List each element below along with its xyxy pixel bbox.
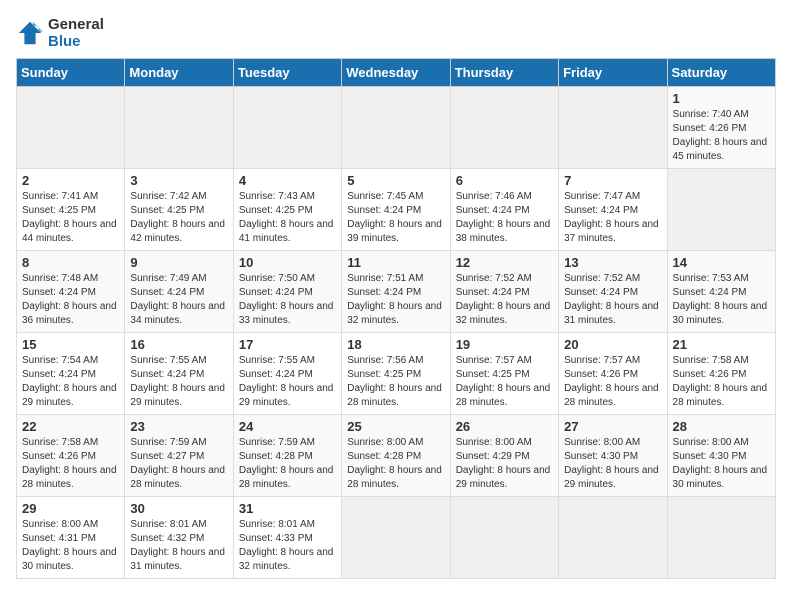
calendar-day-21: 21Sunrise: 7:58 AMSunset: 4:26 PMDayligh… — [667, 333, 775, 415]
calendar-table: SundayMondayTuesdayWednesdayThursdayFrid… — [16, 58, 776, 579]
empty-cell — [667, 497, 775, 579]
empty-cell — [342, 87, 450, 169]
calendar-day-29: 29Sunrise: 8:00 AMSunset: 4:31 PMDayligh… — [17, 497, 125, 579]
day-header-sunday: Sunday — [17, 59, 125, 87]
calendar-day-2: 2Sunrise: 7:41 AMSunset: 4:25 PMDaylight… — [17, 169, 125, 251]
calendar-day-14: 14Sunrise: 7:53 AMSunset: 4:24 PMDayligh… — [667, 251, 775, 333]
logo-icon — [16, 19, 44, 47]
calendar-day-5: 5Sunrise: 7:45 AMSunset: 4:24 PMDaylight… — [342, 169, 450, 251]
calendar-week-6: 29Sunrise: 8:00 AMSunset: 4:31 PMDayligh… — [17, 497, 776, 579]
calendar-day-16: 16Sunrise: 7:55 AMSunset: 4:24 PMDayligh… — [125, 333, 233, 415]
calendar-day-1: 1Sunrise: 7:40 AMSunset: 4:26 PMDaylight… — [667, 87, 775, 169]
calendar-day-24: 24Sunrise: 7:59 AMSunset: 4:28 PMDayligh… — [233, 415, 341, 497]
calendar-week-1: 1Sunrise: 7:40 AMSunset: 4:26 PMDaylight… — [17, 87, 776, 169]
empty-cell — [450, 497, 558, 579]
day-header-friday: Friday — [559, 59, 667, 87]
calendar-day-25: 25Sunrise: 8:00 AMSunset: 4:28 PMDayligh… — [342, 415, 450, 497]
calendar-day-3: 3Sunrise: 7:42 AMSunset: 4:25 PMDaylight… — [125, 169, 233, 251]
calendar-day-28: 28Sunrise: 8:00 AMSunset: 4:30 PMDayligh… — [667, 415, 775, 497]
calendar-day-19: 19Sunrise: 7:57 AMSunset: 4:25 PMDayligh… — [450, 333, 558, 415]
day-header-wednesday: Wednesday — [342, 59, 450, 87]
calendar-day-12: 12Sunrise: 7:52 AMSunset: 4:24 PMDayligh… — [450, 251, 558, 333]
empty-cell — [559, 497, 667, 579]
logo-text: General Blue — [48, 16, 104, 50]
empty-cell — [667, 169, 775, 251]
calendar-day-15: 15Sunrise: 7:54 AMSunset: 4:24 PMDayligh… — [17, 333, 125, 415]
calendar-header-row: SundayMondayTuesdayWednesdayThursdayFrid… — [17, 59, 776, 87]
calendar-body: 1Sunrise: 7:40 AMSunset: 4:26 PMDaylight… — [17, 87, 776, 579]
empty-cell — [125, 87, 233, 169]
day-header-tuesday: Tuesday — [233, 59, 341, 87]
calendar-day-26: 26Sunrise: 8:00 AMSunset: 4:29 PMDayligh… — [450, 415, 558, 497]
calendar-week-2: 2Sunrise: 7:41 AMSunset: 4:25 PMDaylight… — [17, 169, 776, 251]
calendar-day-7: 7Sunrise: 7:47 AMSunset: 4:24 PMDaylight… — [559, 169, 667, 251]
calendar-day-6: 6Sunrise: 7:46 AMSunset: 4:24 PMDaylight… — [450, 169, 558, 251]
empty-cell — [17, 87, 125, 169]
calendar-day-17: 17Sunrise: 7:55 AMSunset: 4:24 PMDayligh… — [233, 333, 341, 415]
day-header-saturday: Saturday — [667, 59, 775, 87]
calendar-day-22: 22Sunrise: 7:58 AMSunset: 4:26 PMDayligh… — [17, 415, 125, 497]
calendar-week-3: 8Sunrise: 7:48 AMSunset: 4:24 PMDaylight… — [17, 251, 776, 333]
calendar-day-30: 30Sunrise: 8:01 AMSunset: 4:32 PMDayligh… — [125, 497, 233, 579]
calendar-day-10: 10Sunrise: 7:50 AMSunset: 4:24 PMDayligh… — [233, 251, 341, 333]
calendar-day-4: 4Sunrise: 7:43 AMSunset: 4:25 PMDaylight… — [233, 169, 341, 251]
empty-cell — [450, 87, 558, 169]
calendar-day-11: 11Sunrise: 7:51 AMSunset: 4:24 PMDayligh… — [342, 251, 450, 333]
calendar-week-4: 15Sunrise: 7:54 AMSunset: 4:24 PMDayligh… — [17, 333, 776, 415]
calendar-day-8: 8Sunrise: 7:48 AMSunset: 4:24 PMDaylight… — [17, 251, 125, 333]
calendar-day-13: 13Sunrise: 7:52 AMSunset: 4:24 PMDayligh… — [559, 251, 667, 333]
calendar-day-23: 23Sunrise: 7:59 AMSunset: 4:27 PMDayligh… — [125, 415, 233, 497]
day-header-monday: Monday — [125, 59, 233, 87]
calendar-week-5: 22Sunrise: 7:58 AMSunset: 4:26 PMDayligh… — [17, 415, 776, 497]
empty-cell — [559, 87, 667, 169]
calendar-day-9: 9Sunrise: 7:49 AMSunset: 4:24 PMDaylight… — [125, 251, 233, 333]
empty-cell — [342, 497, 450, 579]
empty-cell — [233, 87, 341, 169]
logo: General Blue — [16, 16, 104, 50]
day-header-thursday: Thursday — [450, 59, 558, 87]
calendar-day-27: 27Sunrise: 8:00 AMSunset: 4:30 PMDayligh… — [559, 415, 667, 497]
page-header: General Blue — [16, 16, 776, 50]
calendar-day-18: 18Sunrise: 7:56 AMSunset: 4:25 PMDayligh… — [342, 333, 450, 415]
calendar-day-20: 20Sunrise: 7:57 AMSunset: 4:26 PMDayligh… — [559, 333, 667, 415]
calendar-day-31: 31Sunrise: 8:01 AMSunset: 4:33 PMDayligh… — [233, 497, 341, 579]
